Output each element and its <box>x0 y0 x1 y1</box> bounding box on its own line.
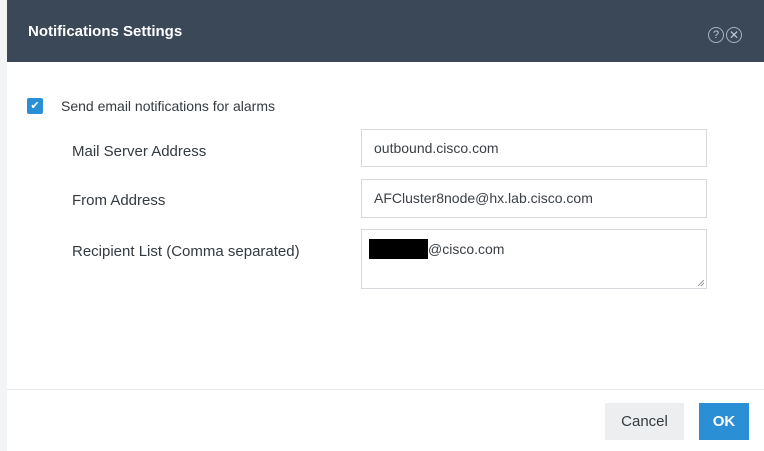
close-icon[interactable]: ✕ <box>726 27 742 43</box>
checkmark-icon: ✔ <box>30 100 40 112</box>
footer-divider <box>7 389 764 390</box>
email-notifications-checkbox[interactable]: ✔ <box>27 98 43 114</box>
dialog-header: Notifications Settings ? ✕ <box>7 0 764 62</box>
redacted-text <box>369 239 428 259</box>
help-icon[interactable]: ? <box>708 27 724 43</box>
dialog-title: Notifications Settings <box>28 23 183 40</box>
notifications-settings-dialog: Notifications Settings ? ✕ ✔ Send email … <box>0 0 764 451</box>
from-address-label: From Address <box>72 192 166 209</box>
from-address-input[interactable]: AFCluster8node@hx.lab.cisco.com <box>361 179 707 218</box>
recipient-list-value: @cisco.com <box>428 241 505 257</box>
mail-server-label: Mail Server Address <box>72 143 207 160</box>
recipient-list-textarea[interactable]: @cisco.com <box>361 229 707 289</box>
cancel-button[interactable]: Cancel <box>605 403 684 440</box>
background-edge <box>0 0 7 451</box>
recipient-list-label: Recipient List (Comma separated) <box>72 243 300 260</box>
mail-server-input[interactable]: outbound.cisco.com <box>361 129 707 167</box>
ok-button[interactable]: OK <box>699 403 749 440</box>
resize-grip-icon[interactable] <box>698 280 704 286</box>
email-notifications-label: Send email notifications for alarms <box>61 98 275 114</box>
